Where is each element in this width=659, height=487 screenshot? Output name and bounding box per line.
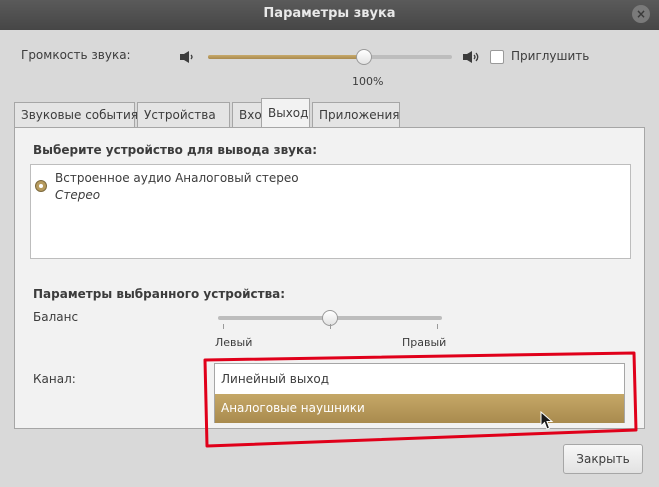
window-title: Параметры звука [263, 6, 396, 21]
device-name[interactable]: Встроенное аудио Аналоговый стерео [55, 171, 299, 185]
speaker-high-icon[interactable] [462, 50, 482, 64]
volume-percent: 100% [352, 75, 384, 88]
tab-applications[interactable]: Приложения [312, 102, 400, 128]
device-profile: Стерео [55, 188, 101, 202]
tab-output[interactable]: Выход [261, 98, 310, 128]
volume-slider[interactable] [208, 49, 452, 65]
balance-tick-center [330, 324, 331, 329]
channel-option-headphones[interactable]: Аналоговые наушники [215, 394, 624, 423]
close-button[interactable]: Закрыть [563, 444, 643, 474]
mute-label[interactable]: Приглушить [511, 49, 589, 63]
channel-dropdown-list[interactable]: Линейный выход Аналоговые наушники [214, 363, 625, 423]
balance-left-label: Левый [215, 336, 253, 349]
volume-slider-knob[interactable] [356, 49, 373, 65]
speaker-low-icon[interactable] [179, 50, 199, 64]
channel-label: Канал: [33, 372, 76, 386]
select-device-heading: Выберите устройство для вывода звука: [33, 143, 318, 157]
balance-right-label: Правый [402, 336, 447, 349]
mouse-cursor-icon [540, 411, 554, 430]
tab-devices[interactable]: Устройства [137, 102, 230, 128]
balance-tick-right [437, 324, 438, 329]
balance-label: Баланс [33, 310, 79, 324]
titlebar: Параметры звука × [0, 0, 659, 30]
balance-slider[interactable] [218, 310, 442, 326]
window-close-icon[interactable]: × [632, 5, 650, 23]
sound-settings-window: Параметры звука × Громкость звука: 100% … [0, 0, 659, 487]
device-settings-heading: Параметры выбранного устройства: [33, 287, 286, 301]
volume-label: Громкость звука: [21, 48, 131, 62]
mute-checkbox[interactable] [490, 50, 504, 64]
device-radio[interactable] [35, 180, 47, 192]
tab-sound-events[interactable]: Звуковые события [14, 102, 138, 128]
volume-slider-fill [208, 55, 365, 59]
channel-option-line-out[interactable]: Линейный выход [215, 365, 624, 394]
balance-tick-left [223, 324, 224, 329]
